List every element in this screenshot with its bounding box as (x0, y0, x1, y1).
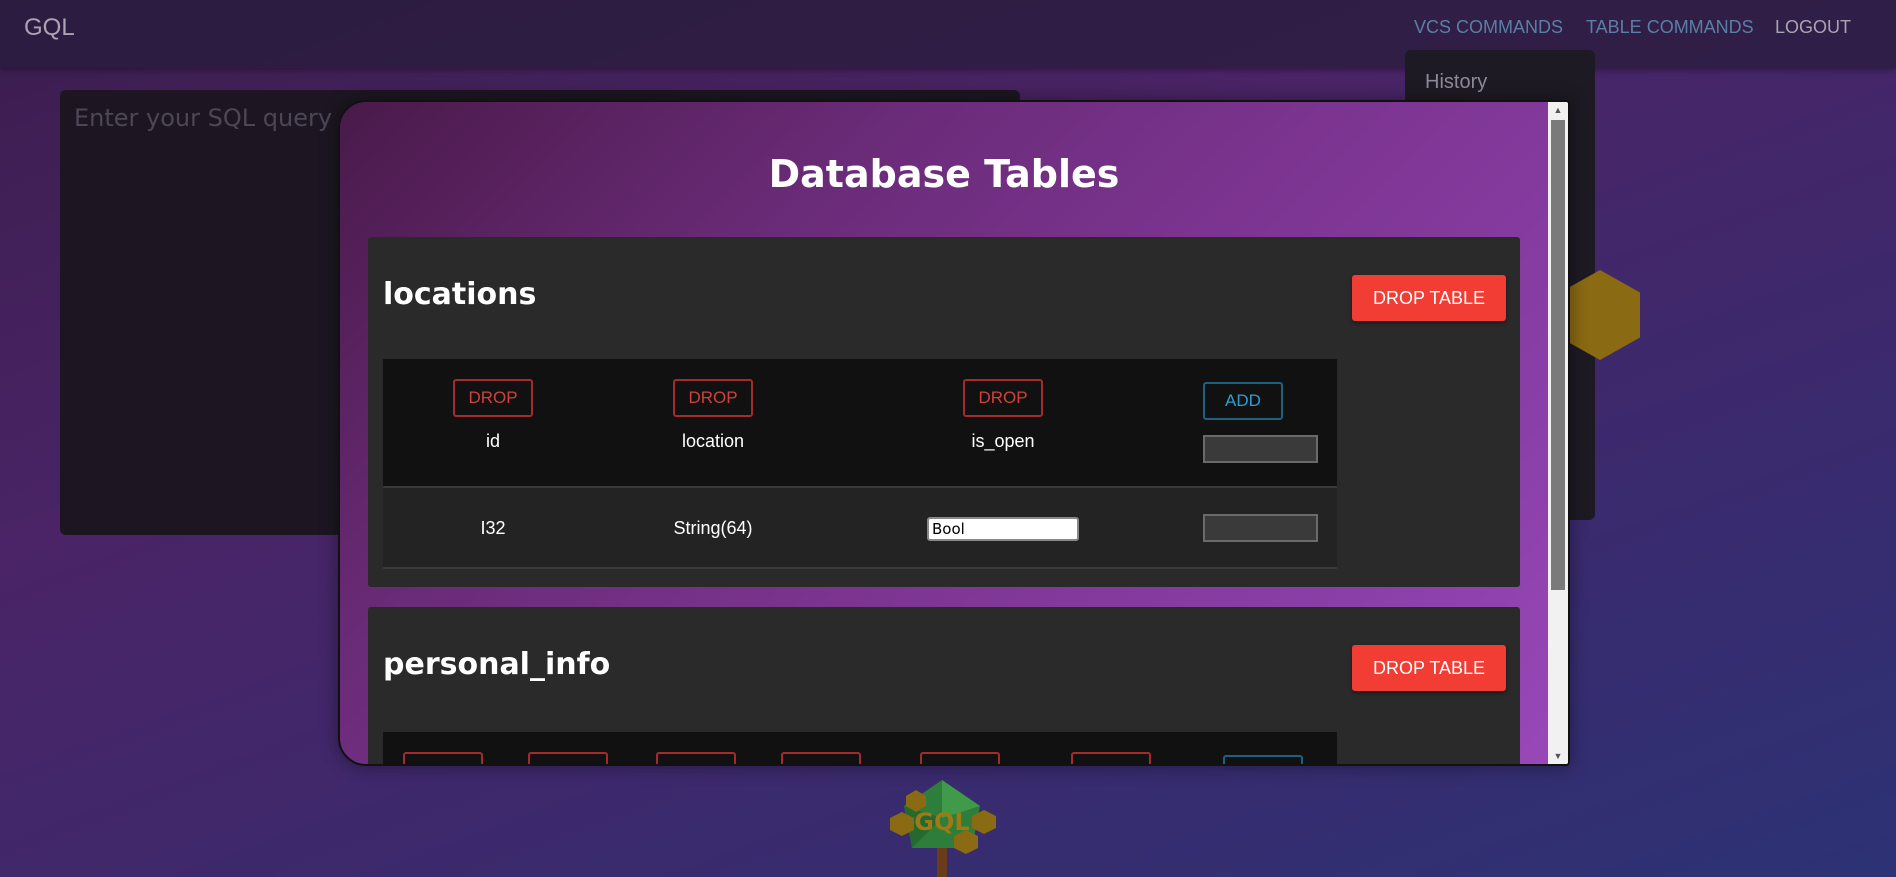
nav-table-commands[interactable]: TABLE COMMANDS (1586, 17, 1754, 38)
nav-logout[interactable]: LOGOUT (1775, 17, 1851, 38)
column-type-select[interactable]: Bool (927, 517, 1079, 541)
drop-column-button[interactable]: DROP (673, 379, 753, 417)
table-card-locations: locations DROP TABLE DROP id DROP locati… (368, 237, 1520, 587)
drop-column-button[interactable]: DROP (781, 752, 861, 764)
drop-column-button[interactable]: DROP (1071, 752, 1151, 764)
history-item[interactable]: History (1425, 71, 1487, 94)
scroll-down-arrow-icon[interactable]: ▼ (1548, 748, 1568, 764)
drop-column-button[interactable]: DROP (963, 379, 1043, 417)
modal-title: Database Tables (768, 152, 1120, 196)
table-name: locations (383, 277, 537, 312)
column-location: DROP location (613, 359, 813, 486)
schema-header-row: DROP id DROP location DROP is_open ADD (383, 359, 1337, 486)
drop-column-button[interactable]: DROP (920, 752, 1000, 764)
drop-column-button[interactable]: DROP (403, 752, 483, 764)
column-type: String(64) (673, 518, 753, 538)
table-card-personal-info: personal_info DROP TABLE DROP DROP DROP … (368, 607, 1520, 764)
modal-content: Database Tables locations DROP TABLE DRO… (340, 102, 1548, 764)
add-column-button[interactable]: ADD (1203, 382, 1283, 420)
drop-table-button[interactable]: DROP TABLE (1352, 645, 1506, 691)
schema-type-row: I32 String(64) Bool (383, 486, 1337, 569)
gql-tree-logo: GQL (890, 780, 996, 877)
table-name: personal_info (383, 647, 611, 682)
database-tables-modal: Database Tables locations DROP TABLE DRO… (338, 100, 1570, 766)
top-navbar: GQL VCS COMMANDS TABLE COMMANDS LOGOUT (0, 0, 1896, 68)
drop-column-button[interactable]: DROP (656, 752, 736, 764)
column-name: is_open (971, 431, 1035, 451)
scroll-thumb[interactable] (1551, 120, 1565, 590)
add-column-button[interactable] (1223, 755, 1303, 764)
column-id: DROP id (393, 359, 593, 486)
brand-logo-text[interactable]: GQL (24, 14, 75, 42)
column-is-open: DROP is_open (903, 359, 1103, 486)
drop-column-button[interactable]: DROP (453, 379, 533, 417)
column-type: I32 (480, 518, 506, 538)
modal-scrollbar[interactable]: ▲ ▼ (1548, 102, 1568, 764)
new-column-name-input[interactable] (1203, 435, 1318, 463)
column-name: location (681, 431, 745, 451)
nav-vcs-commands[interactable]: VCS COMMANDS (1414, 17, 1563, 38)
drop-column-button[interactable]: DROP (528, 752, 608, 764)
new-column-type-input[interactable] (1203, 514, 1318, 542)
column-name: id (485, 431, 500, 451)
drop-table-button[interactable]: DROP TABLE (1352, 275, 1506, 321)
table-schema: DROP id DROP location DROP is_open ADD I… (383, 359, 1337, 572)
table-schema: DROP DROP DROP DROP DROP DROP (383, 732, 1337, 764)
add-column-cell: ADD (1193, 359, 1333, 486)
scroll-up-arrow-icon[interactable]: ▲ (1548, 102, 1568, 118)
sql-query-placeholder: Enter your SQL query (74, 104, 333, 132)
svg-text:GQL: GQL (914, 808, 969, 836)
